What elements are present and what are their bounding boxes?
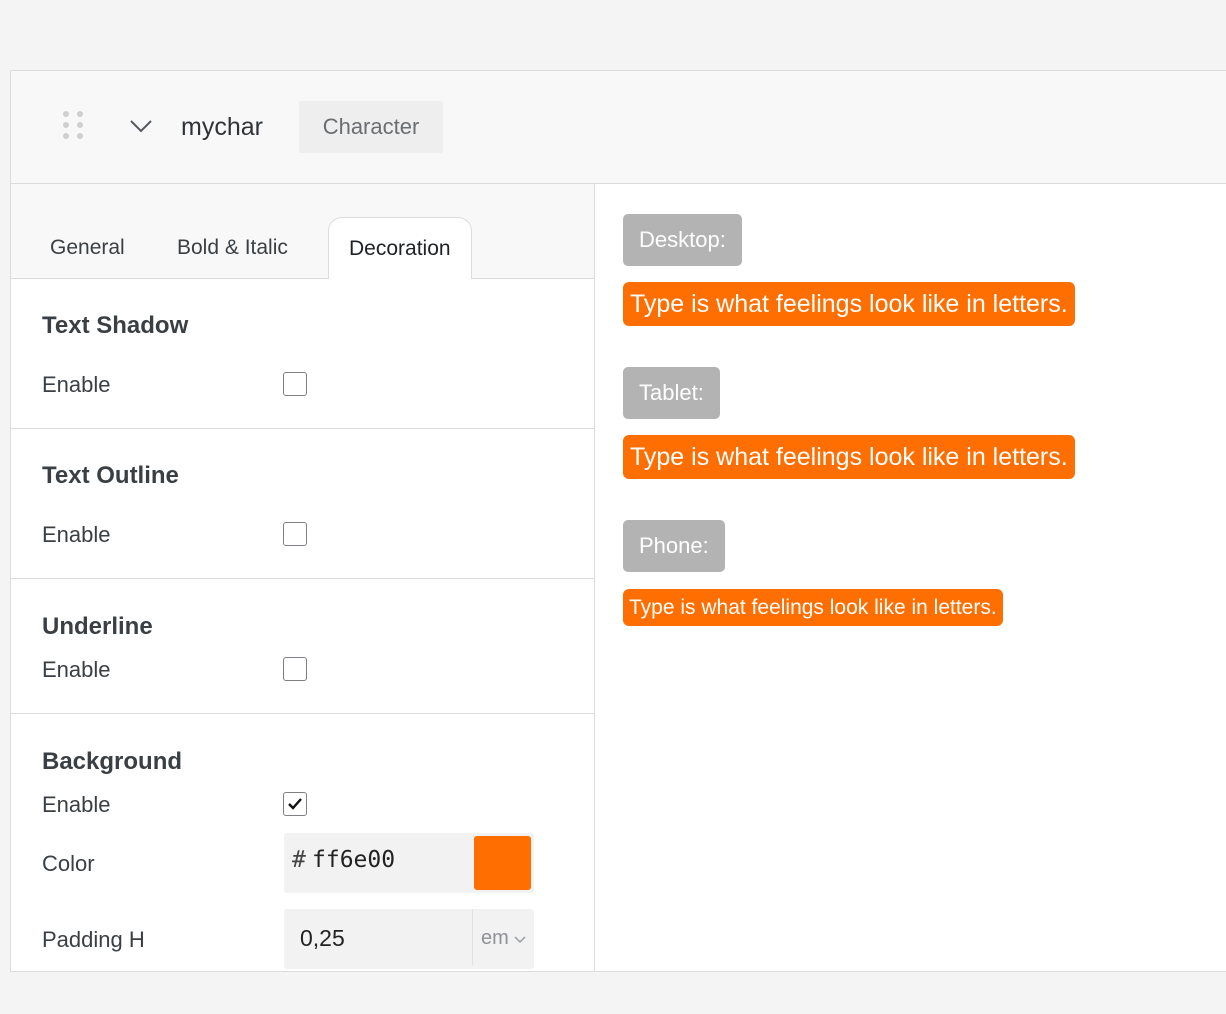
- desktop-preview-text: Type is what feelings look like in lette…: [623, 282, 1075, 326]
- tab-decoration[interactable]: Decoration: [328, 217, 472, 279]
- enable-label: Enable: [42, 792, 111, 817]
- text-outline-section: Text Outline Enable: [11, 429, 594, 579]
- drag-handle-icon[interactable]: [63, 111, 85, 145]
- tab-bold-italic[interactable]: Bold & Italic: [177, 236, 288, 260]
- background-enable-checkbox[interactable]: [283, 792, 307, 816]
- color-field[interactable]: # ff6e00: [284, 833, 534, 893]
- background-section: Background Enable Color # ff6e00 Padding…: [11, 714, 594, 1014]
- color-swatch[interactable]: [474, 836, 531, 890]
- character-panel: mychar Character General Bold & Italic D…: [10, 70, 1226, 972]
- preview-column: Desktop: Type is what feelings look like…: [595, 184, 1226, 971]
- chevron-down-icon[interactable]: [127, 115, 155, 137]
- color-hex-input[interactable]: ff6e00: [312, 847, 395, 873]
- item-title: mychar: [181, 113, 263, 141]
- text-outline-enable-checkbox[interactable]: [283, 522, 307, 546]
- tab-general[interactable]: General: [50, 236, 125, 260]
- enable-label: Enable: [42, 657, 111, 682]
- desktop-label: Desktop:: [623, 214, 742, 266]
- unit-value: em: [481, 927, 509, 949]
- tablet-preview-text: Type is what feelings look like in lette…: [623, 435, 1075, 479]
- underline-enable-checkbox[interactable]: [283, 657, 307, 681]
- padding-h-field[interactable]: 0,25 em: [284, 909, 534, 969]
- padding-h-label: Padding H: [42, 927, 145, 952]
- tab-bar: General Bold & Italic Decoration: [11, 184, 594, 279]
- text-shadow-section: Text Shadow Enable: [11, 279, 594, 429]
- section-title: Underline: [42, 613, 153, 640]
- enable-label: Enable: [42, 372, 111, 397]
- padding-h-input[interactable]: 0,25: [300, 925, 345, 952]
- phone-preview-text: Type is what feelings look like in lette…: [623, 589, 1003, 626]
- color-label: Color: [42, 851, 95, 876]
- settings-column: General Bold & Italic Decoration Text Sh…: [11, 184, 595, 971]
- section-title: Text Shadow: [42, 312, 189, 339]
- section-title: Background: [42, 748, 183, 775]
- underline-section: Underline Enable: [11, 579, 594, 714]
- phone-label: Phone:: [623, 520, 725, 572]
- checkmark-icon: [288, 798, 302, 810]
- enable-label: Enable: [42, 522, 111, 547]
- tablet-label: Tablet:: [623, 367, 720, 419]
- text-shadow-enable-checkbox[interactable]: [283, 372, 307, 396]
- type-badge: Character: [299, 101, 443, 153]
- unit-select[interactable]: em: [472, 909, 534, 965]
- section-title: Text Outline: [42, 462, 179, 489]
- panel-header: mychar Character: [11, 71, 1226, 184]
- chevron-down-icon: [514, 936, 526, 944]
- hex-prefix: #: [292, 847, 306, 873]
